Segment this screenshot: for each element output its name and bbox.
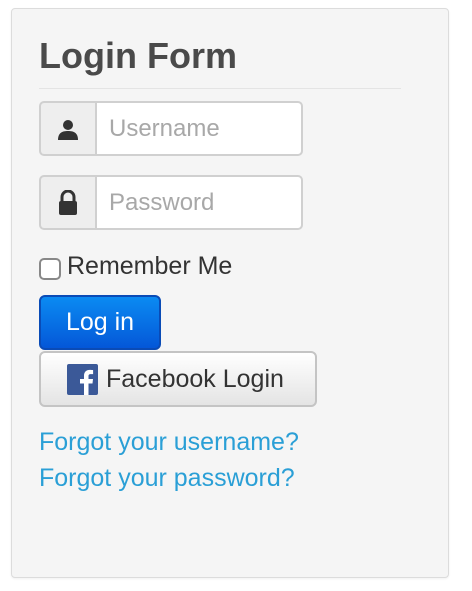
forgot-password-link[interactable]: Forgot your password? [39, 464, 295, 493]
remember-me: Remember Me [39, 252, 232, 281]
password-field-group [39, 175, 303, 230]
page-title: Login Form [39, 35, 237, 76]
user-icon [39, 101, 95, 156]
title-divider [39, 88, 401, 89]
lock-icon [39, 175, 95, 230]
facebook-login-label: Facebook Login [106, 364, 284, 393]
username-input[interactable] [95, 101, 303, 156]
username-field-group [39, 101, 303, 156]
remember-me-checkbox[interactable] [39, 257, 61, 280]
facebook-icon [67, 363, 98, 395]
forgot-username-link[interactable]: Forgot your username? [39, 428, 299, 457]
password-input[interactable] [95, 175, 303, 230]
login-button[interactable]: Log in [39, 295, 161, 350]
facebook-login-button[interactable]: Facebook Login [39, 351, 317, 407]
remember-me-label[interactable]: Remember Me [67, 252, 232, 281]
